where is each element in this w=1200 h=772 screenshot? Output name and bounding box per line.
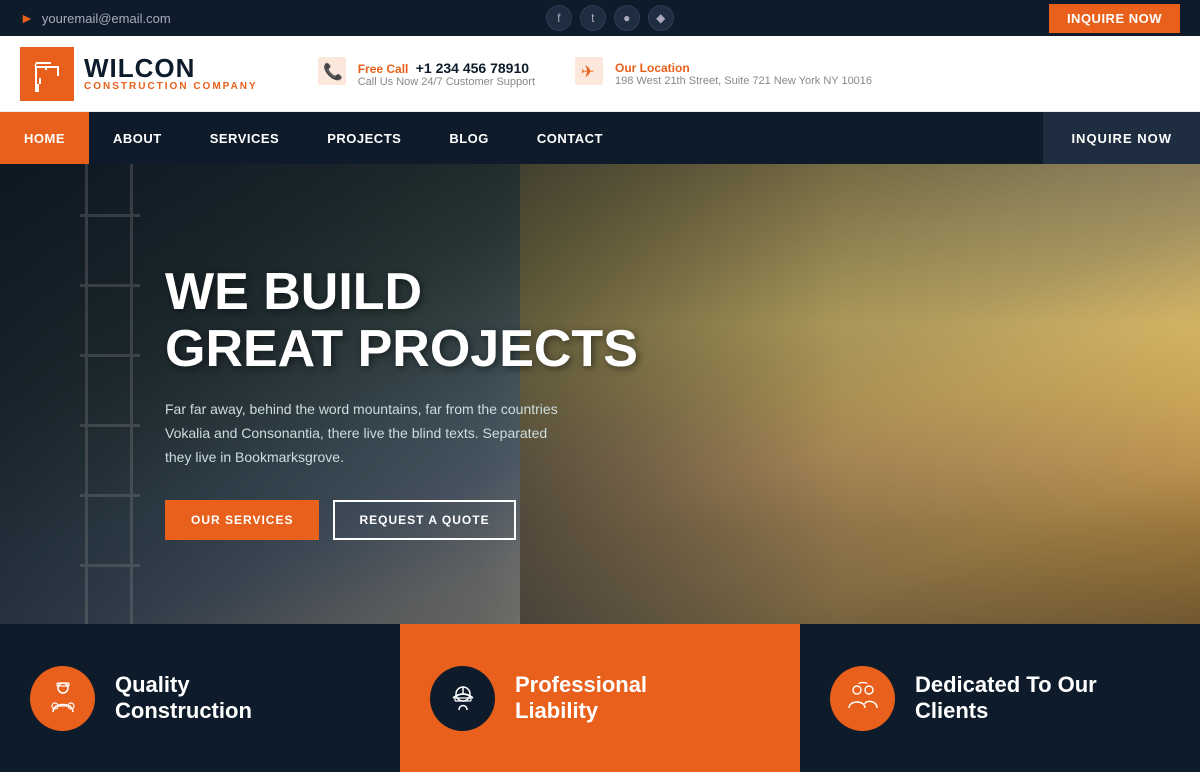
phone-text-block: Free Call +1 234 456 78910 Call Us Now 2… <box>358 60 535 88</box>
quality-construction-text: Quality Construction <box>115 672 252 725</box>
hero-title-line2: GREAT PROJECTS <box>165 321 638 378</box>
social-links: f t ● ◆ <box>546 5 674 31</box>
location-info: ✈ Our Location 198 West 21th Street, Sui… <box>575 57 872 91</box>
location-text-block: Our Location 198 West 21th Street, Suite… <box>615 61 872 87</box>
logo-subtitle: CONSTRUCTION COMPANY <box>84 81 258 92</box>
nav-item-services[interactable]: SERVICES <box>186 112 304 164</box>
map-phone-icon: 📞 <box>318 57 346 85</box>
hero-content: WE BUILD GREAT PROJECTS Far far away, be… <box>165 264 638 540</box>
card-title-line1: Quality <box>115 672 190 697</box>
dedicated-clients-text: Dedicated To Our Clients <box>915 672 1097 725</box>
main-navbar: HOME ABOUT SERVICES PROJECTS BLOG CONTAC… <box>0 112 1200 164</box>
free-call-text: Free Call <box>358 62 409 76</box>
inquire-top-button[interactable]: INQUIRE NOW <box>1049 4 1180 33</box>
card-dedicated-clients[interactable]: Dedicated To Our Clients <box>800 624 1200 772</box>
map-marker-icon: ✈ <box>575 57 603 85</box>
dedicated-clients-icon <box>830 666 895 731</box>
team-icon <box>845 680 881 716</box>
nav-inquire-button[interactable]: INQUIRE NOW <box>1043 112 1200 164</box>
logo-text: WILCON CONSTRUCTION COMPANY <box>84 55 258 92</box>
card-quality-construction[interactable]: Quality Construction <box>0 624 400 772</box>
nav-item-contact[interactable]: CONTACT <box>513 112 627 164</box>
hero-description: Far far away, behind the word mountains,… <box>165 398 565 469</box>
top-bar: ► youremail@email.com f t ● ◆ INQUIRE NO… <box>0 0 1200 36</box>
svg-text:📞: 📞 <box>323 61 343 81</box>
professional-liability-text: Professional Liability <box>515 672 647 725</box>
worker-icon <box>45 680 81 716</box>
logo-name: WILCON <box>84 55 258 81</box>
request-quote-button[interactable]: REQUEST A QUOTE <box>333 500 515 540</box>
phone-number: +1 234 456 78910 <box>416 60 529 76</box>
card-title-line2: Construction <box>115 698 252 723</box>
phone-info: 📞 Free Call +1 234 456 78910 Call Us Now… <box>318 57 535 91</box>
site-header: WILCON CONSTRUCTION COMPANY 📞 Free Call … <box>0 36 1200 112</box>
nav-item-projects[interactable]: PROJECTS <box>303 112 425 164</box>
location-icon: ✈ <box>575 57 603 91</box>
hero-title-line1: WE BUILD <box>165 264 638 321</box>
our-services-button[interactable]: OUR SERVICES <box>165 500 319 540</box>
instagram-icon[interactable]: ● <box>614 5 640 31</box>
twitter-icon[interactable]: t <box>580 5 606 31</box>
hero-title: WE BUILD GREAT PROJECTS <box>165 264 638 378</box>
card-title-professional: Professional Liability <box>515 672 647 725</box>
header-contact-info: 📞 Free Call +1 234 456 78910 Call Us Now… <box>318 57 1180 91</box>
top-bar-inquire[interactable]: INQUIRE NOW <box>1049 4 1180 33</box>
card-title-pro-line1: Professional <box>515 672 647 697</box>
card-title-dedicated: Dedicated To Our Clients <box>915 672 1097 725</box>
bottom-cards-section: Quality Construction Professional Liabil… <box>0 624 1200 772</box>
facebook-icon[interactable]: f <box>546 5 572 31</box>
card-title-ded-line1: Dedicated To Our <box>915 672 1097 697</box>
card-professional-liability[interactable]: Professional Liability <box>400 624 800 772</box>
location-value: 198 West 21th Street, Suite 721 New York… <box>615 75 872 87</box>
free-call-label: Free Call +1 234 456 78910 <box>358 60 535 76</box>
svg-text:✈: ✈ <box>581 64 594 81</box>
hard-hat-icon <box>445 680 481 716</box>
logo-icon <box>20 47 74 101</box>
nav-item-blog[interactable]: BLOG <box>425 112 513 164</box>
nav-items-list: HOME ABOUT SERVICES PROJECTS BLOG CONTAC… <box>0 112 1043 164</box>
quality-construction-icon <box>30 666 95 731</box>
send-icon: ► <box>20 10 34 26</box>
professional-liability-icon <box>430 666 495 731</box>
card-title-quality: Quality Construction <box>115 672 252 725</box>
top-bar-email-section: ► youremail@email.com <box>20 10 171 26</box>
nav-item-home[interactable]: HOME <box>0 112 89 164</box>
card-title-pro-line2: Liability <box>515 698 598 723</box>
hero-section: WE BUILD GREAT PROJECTS Far far away, be… <box>0 164 1200 624</box>
call-subtitle: Call Us Now 24/7 Customer Support <box>358 76 535 88</box>
dribbble-icon[interactable]: ◆ <box>648 5 674 31</box>
logo[interactable]: WILCON CONSTRUCTION COMPANY <box>20 47 258 101</box>
location-label: Our Location <box>615 61 872 75</box>
phone-icon: 📞 <box>318 57 346 91</box>
card-title-ded-line2: Clients <box>915 698 988 723</box>
nav-item-about[interactable]: ABOUT <box>89 112 186 164</box>
hero-buttons: OUR SERVICES REQUEST A QUOTE <box>165 500 638 540</box>
scaffold-left <box>80 164 140 624</box>
email-text: youremail@email.com <box>42 11 171 26</box>
crane-icon <box>29 56 65 92</box>
